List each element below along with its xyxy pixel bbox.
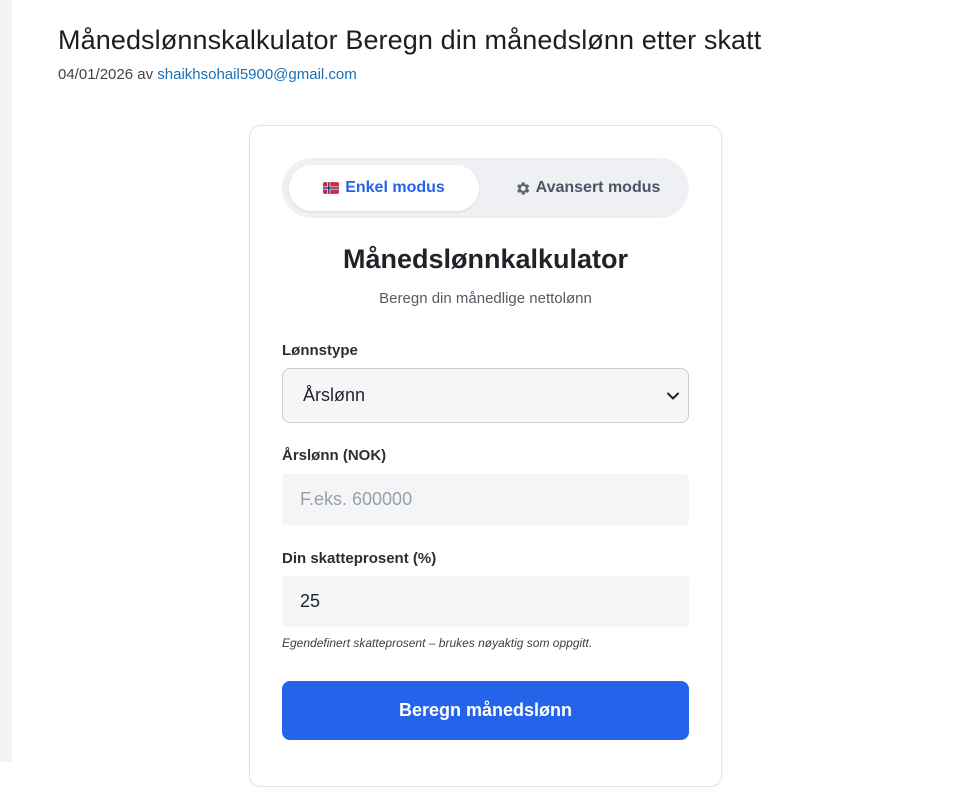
salary-label: Årslønn (NOK)	[282, 447, 387, 464]
calculator-card: Enkel modus Avansert modus Månedslønnkal…	[249, 125, 722, 787]
post-by: av	[137, 66, 154, 83]
salary-type-label: Lønnstype	[282, 342, 358, 359]
mode-toggle: Enkel modus Avansert modus	[282, 158, 689, 218]
tax-percent-label: Din skatteprosent (%)	[282, 550, 437, 567]
simple-mode-tab[interactable]: Enkel modus	[289, 165, 479, 211]
calculate-button[interactable]: Beregn månedslønn	[282, 681, 689, 740]
advanced-mode-tab[interactable]: Avansert modus	[492, 165, 682, 211]
tax-percent-input[interactable]	[282, 576, 689, 627]
post-title: Månedslønnskalkulator Beregn din månedsl…	[58, 25, 762, 55]
post-header: Månedslønnskalkulator Beregn din månedsl…	[58, 20, 761, 83]
norway-flag-icon	[323, 182, 340, 194]
advanced-mode-label: Avansert modus	[535, 179, 661, 196]
page-left-border	[0, 0, 12, 762]
salary-type-selected: Årslønn	[303, 385, 366, 405]
calculator-title: Månedslønnkalkulator	[342, 244, 629, 274]
salary-type-select[interactable]: Årslønn	[282, 368, 689, 423]
post-meta: 04/01/2026 av shaikhsohail5900@gmail.com	[58, 66, 761, 83]
chevron-down-icon	[667, 392, 679, 400]
calculator-subtitle: Beregn din månedlige nettolønn	[379, 290, 592, 307]
post-date: 04/01/2026	[58, 66, 134, 83]
simple-mode-label: Enkel modus	[345, 179, 445, 196]
post-author-link[interactable]: shaikhsohail5900@gmail.com	[157, 66, 357, 83]
tax-hint: Egendefinert skatteprosent – brukes nøya…	[282, 636, 593, 650]
salary-input[interactable]	[282, 474, 689, 525]
gear-icon	[516, 181, 529, 195]
